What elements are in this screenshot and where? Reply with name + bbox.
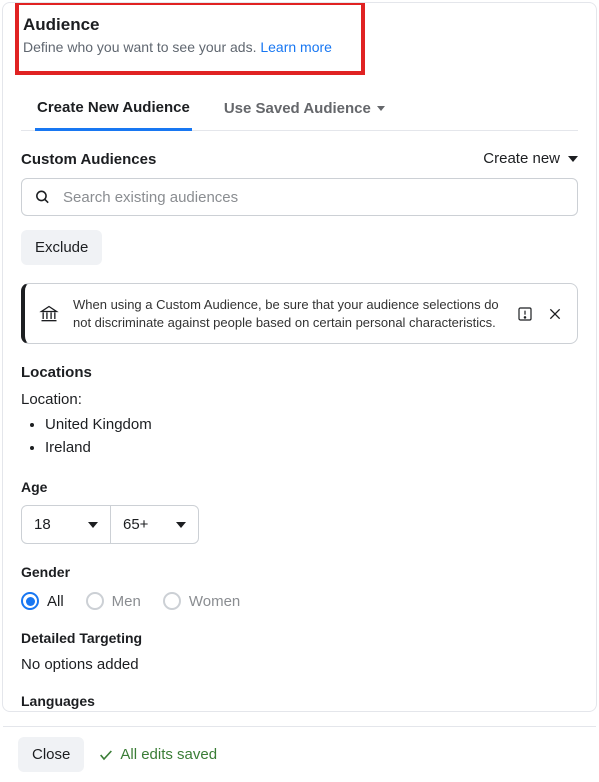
radio-icon <box>86 592 104 610</box>
gender-women-label: Women <box>189 593 240 610</box>
audience-panel: Audience Define who you want to see your… <box>2 2 597 712</box>
audience-tabs: Create New Audience Use Saved Audience <box>21 89 578 131</box>
age-label: Age <box>21 479 578 495</box>
learn-more-link[interactable]: Learn more <box>260 39 332 55</box>
gender-option-men[interactable]: Men <box>86 592 141 610</box>
save-status: All edits saved <box>98 746 217 763</box>
gender-all-label: All <box>47 593 64 610</box>
gender-option-all[interactable]: All <box>21 592 64 610</box>
radio-icon <box>21 592 39 610</box>
save-status-text: All edits saved <box>120 746 217 763</box>
location-item: United Kingdom <box>45 414 578 437</box>
subtitle-text: Define who you want to see your ads. <box>23 39 260 55</box>
chevron-down-icon <box>377 106 385 111</box>
location-item: Ireland <box>45 437 578 460</box>
notice-text: When using a Custom Audience, be sure th… <box>73 296 503 331</box>
locations-block: Location: United Kingdom Ireland <box>21 391 578 459</box>
section-subtitle: Define who you want to see your ads. Lea… <box>23 39 347 55</box>
tab-create-label: Create New Audience <box>37 99 190 116</box>
age-max-select[interactable]: 65+ <box>110 506 198 543</box>
tab-create-new-audience[interactable]: Create New Audience <box>35 89 192 131</box>
languages-label: Languages <box>21 693 578 709</box>
radio-icon <box>163 592 181 610</box>
chevron-down-icon <box>568 156 578 162</box>
chevron-down-icon <box>176 522 186 528</box>
close-icon[interactable] <box>547 306 563 322</box>
gender-label: Gender <box>21 564 578 580</box>
age-min-select[interactable]: 18 <box>22 506 110 543</box>
search-audiences-input-wrap[interactable] <box>21 178 578 216</box>
custom-audiences-label: Custom Audiences <box>21 151 156 168</box>
age-max-value: 65+ <box>123 516 148 533</box>
age-range-selector: 18 65+ <box>21 505 199 544</box>
tab-saved-label: Use Saved Audience <box>224 100 371 117</box>
age-min-value: 18 <box>34 516 51 533</box>
detailed-targeting-value: No options added <box>21 656 578 673</box>
search-audiences-input[interactable] <box>63 189 565 206</box>
detailed-targeting-label: Detailed Targeting <box>21 630 578 646</box>
create-new-audience-button[interactable]: Create new <box>483 150 578 167</box>
close-button[interactable]: Close <box>18 737 84 772</box>
custom-audience-notice: When using a Custom Audience, be sure th… <box>21 283 578 344</box>
info-warning-icon[interactable] <box>517 306 533 322</box>
tab-use-saved-audience[interactable]: Use Saved Audience <box>222 89 387 130</box>
gender-men-label: Men <box>112 593 141 610</box>
section-title: Audience <box>23 15 347 35</box>
audience-header-highlight: Audience Define who you want to see your… <box>15 2 365 75</box>
bank-icon <box>39 304 59 324</box>
locations-label: Locations <box>21 364 578 381</box>
exclude-button[interactable]: Exclude <box>21 230 102 265</box>
gender-option-women[interactable]: Women <box>163 592 240 610</box>
gender-options: All Men Women <box>21 592 578 610</box>
location-subheader: Location: <box>21 391 578 408</box>
create-new-label: Create new <box>483 150 560 167</box>
chevron-down-icon <box>88 522 98 528</box>
check-icon <box>98 747 114 763</box>
footer-bar: Close All edits saved <box>0 727 599 782</box>
search-icon <box>34 188 51 206</box>
